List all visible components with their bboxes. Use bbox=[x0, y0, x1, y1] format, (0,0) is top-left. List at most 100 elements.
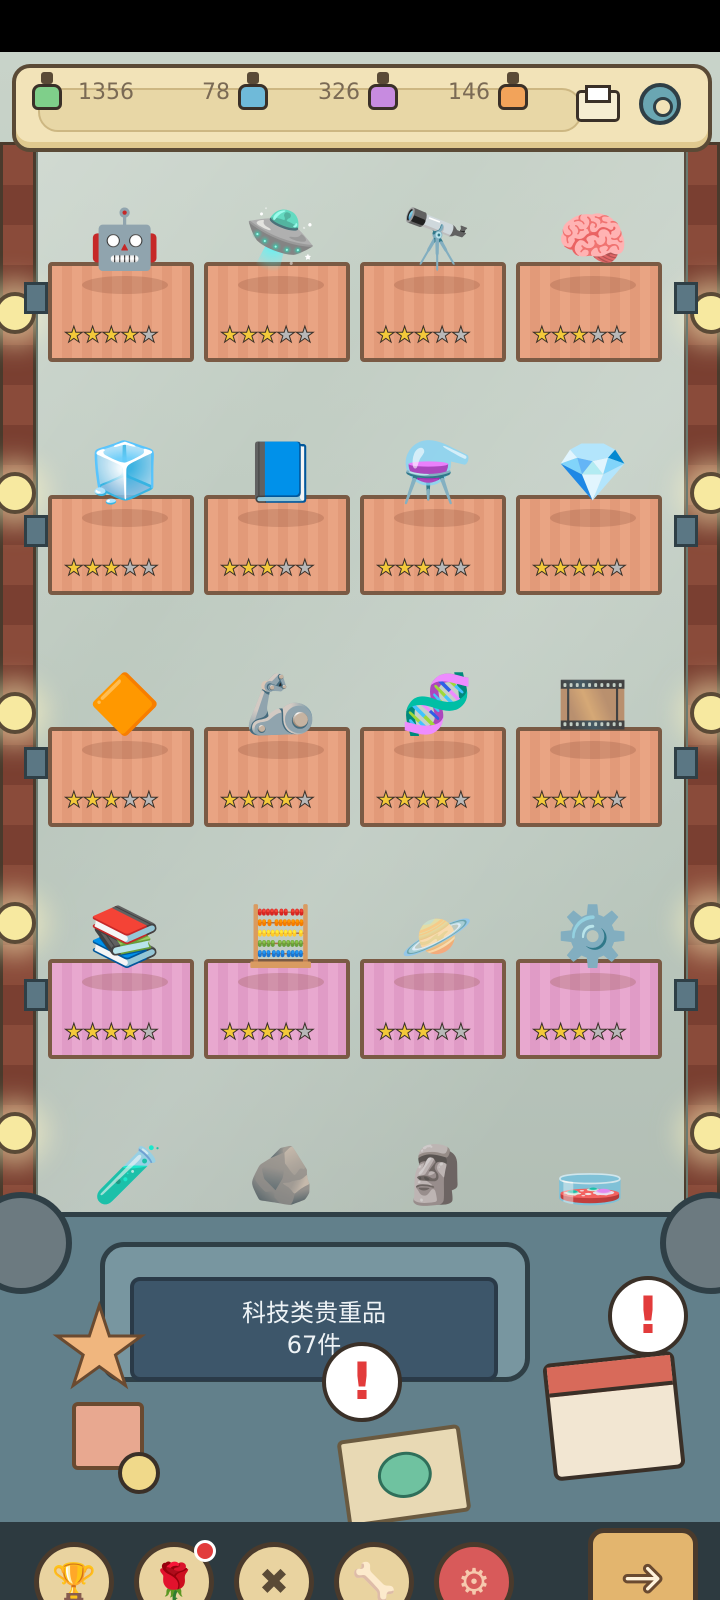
collection-scene: 科技类贵重品 67件 ★ ! ! ➜ 1356 78 326 146 🤖 ★★★★★ 🛸 ★★… bbox=[0, 52, 720, 1600]
collectible-slot[interactable]: 💎 ★★★★★ bbox=[516, 443, 662, 595]
rose-icon: 🌹 bbox=[151, 1562, 197, 1600]
star-rating: ★★★★★ bbox=[532, 556, 650, 582]
map-scroll-button[interactable] bbox=[336, 1423, 472, 1529]
partial-collectible-icon[interactable]: 🧪 bbox=[78, 1142, 178, 1222]
star-filled-icon: ★ bbox=[257, 323, 278, 349]
collectible-slot[interactable]: 🔭 ★★★★★ bbox=[360, 210, 506, 362]
collectible-slot[interactable]: 🧠 ★★★★★ bbox=[516, 210, 662, 362]
shelf-bracket bbox=[674, 515, 698, 547]
settings-button[interactable] bbox=[636, 80, 684, 128]
collectible-slot[interactable]: 📚 ★★★★★ bbox=[48, 907, 194, 1059]
star-filled-icon: ★ bbox=[238, 788, 259, 814]
arrow-right-icon: ➜ bbox=[620, 1547, 667, 1600]
star-filled-icon: ★ bbox=[569, 1020, 590, 1046]
star-filled-icon: ★ bbox=[120, 1020, 141, 1046]
flask-liquid bbox=[32, 84, 62, 110]
star-filled-icon: ★ bbox=[238, 323, 259, 349]
shelf-bracket bbox=[674, 282, 698, 314]
star-filled-icon: ★ bbox=[532, 323, 553, 349]
collectible-slot[interactable]: 🧮 ★★★★★ bbox=[204, 907, 350, 1059]
star-empty-icon: ★ bbox=[450, 556, 471, 582]
partial-collectible-icon[interactable]: 🧫 bbox=[540, 1142, 640, 1222]
green-crystal-icon: 💎 bbox=[556, 438, 630, 506]
resource-value: 78 bbox=[202, 79, 230, 105]
partial-collectible-icon[interactable]: 🪨 bbox=[232, 1142, 332, 1222]
collectible-slot[interactable]: 🎞️ ★★★★★ bbox=[516, 675, 662, 827]
calendar-alert-icon: ! bbox=[608, 1276, 688, 1356]
star-trophy-icon: ★ bbox=[49, 1283, 151, 1411]
star-empty-icon: ★ bbox=[606, 1020, 627, 1046]
rubiks-cube-icon: 🧊 bbox=[88, 438, 162, 506]
star-filled-icon: ★ bbox=[532, 788, 553, 814]
brass-engine-icon: ⚙️ bbox=[556, 902, 630, 970]
partial-collectible-icon[interactable]: 🗿 bbox=[386, 1142, 486, 1222]
collectible-slot[interactable]: 🤖 ★★★★★ bbox=[48, 210, 194, 362]
star-rating: ★★★★★ bbox=[376, 323, 494, 349]
star-filled-icon: ★ bbox=[101, 323, 122, 349]
star-empty-icon: ★ bbox=[138, 556, 159, 582]
star-filled-icon: ★ bbox=[550, 323, 571, 349]
star-filled-icon: ★ bbox=[64, 323, 85, 349]
trophy-star-button[interactable]: ★ bbox=[49, 1283, 160, 1472]
star-filled-icon: ★ bbox=[376, 556, 397, 582]
trophy-icon: 🏆 bbox=[51, 1562, 97, 1600]
star-filled-icon: ★ bbox=[413, 323, 434, 349]
resource-value: 1356 bbox=[78, 79, 134, 105]
star-rating: ★★★★★ bbox=[532, 788, 650, 814]
collectible-slot[interactable]: 🛸 ★★★★★ bbox=[204, 210, 350, 362]
star-filled-icon: ★ bbox=[376, 1020, 397, 1046]
star-empty-icon: ★ bbox=[276, 556, 297, 582]
collectible-slot[interactable]: ⚙️ ★★★★★ bbox=[516, 907, 662, 1059]
star-rating: ★★★★★ bbox=[220, 1020, 338, 1046]
star-empty-icon: ★ bbox=[450, 323, 471, 349]
star-rating: ★★★★★ bbox=[220, 556, 338, 582]
mini-robot-icon: 🦾 bbox=[244, 670, 318, 738]
orange-flask-icon bbox=[496, 72, 530, 112]
flask-neck bbox=[377, 72, 389, 84]
status-bar bbox=[0, 0, 720, 52]
gear-icon: ⚙ bbox=[457, 1561, 491, 1600]
collectible-slot[interactable]: 📘 ★★★★★ bbox=[204, 443, 350, 595]
star-filled-icon: ★ bbox=[120, 323, 141, 349]
star-empty-icon: ★ bbox=[606, 323, 627, 349]
flask-liquid bbox=[368, 84, 398, 110]
star-filled-icon: ★ bbox=[257, 788, 278, 814]
collectible-slot[interactable]: 🧬 ★★★★★ bbox=[360, 675, 506, 827]
star-empty-icon: ★ bbox=[432, 556, 453, 582]
tools-icon: ✖ bbox=[258, 1561, 290, 1600]
star-filled-icon: ★ bbox=[532, 556, 553, 582]
flask-neck bbox=[41, 72, 53, 84]
star-empty-icon: ★ bbox=[294, 788, 315, 814]
shelf-row: 🤖 ★★★★★ 🛸 ★★★★★ 🔭 ★★★★★ 🧠 ★★★★★ bbox=[24, 202, 698, 362]
collection-panel[interactable]: 科技类贵重品 67件 bbox=[130, 1277, 498, 1381]
star-empty-icon: ★ bbox=[294, 323, 315, 349]
shelf-row: 🧊 ★★★★★ 📘 ★★★★★ ⚗️ ★★★★★ 💎 ★★★★★ bbox=[24, 435, 698, 595]
star-rating: ★★★★★ bbox=[376, 788, 494, 814]
star-filled-icon: ★ bbox=[376, 323, 397, 349]
star-rating: ★★★★★ bbox=[64, 1020, 182, 1046]
space-telescope-icon: 🔭 bbox=[400, 205, 474, 273]
star-filled-icon: ★ bbox=[220, 788, 241, 814]
notification-dot bbox=[194, 1540, 216, 1562]
shelf-row: 🔶 ★★★★★ 🦾 ★★★★★ 🧬 ★★★★★ 🎞️ ★★★★★ bbox=[24, 667, 698, 827]
calendar-button[interactable] bbox=[542, 1350, 686, 1482]
collectible-slot[interactable]: 🧊 ★★★★★ bbox=[48, 443, 194, 595]
star-filled-icon: ★ bbox=[276, 788, 297, 814]
collectible-slot[interactable]: 🦾 ★★★★★ bbox=[204, 675, 350, 827]
collectible-slot[interactable]: 🔶 ★★★★★ bbox=[48, 675, 194, 827]
film-projector-icon: 🎞️ bbox=[556, 670, 630, 738]
star-empty-icon: ★ bbox=[294, 556, 315, 582]
shelf-bracket bbox=[24, 747, 48, 779]
star-rating: ★★★★★ bbox=[532, 323, 650, 349]
collectible-slot[interactable]: 🪐 ★★★★★ bbox=[360, 907, 506, 1059]
green-flask-icon bbox=[30, 72, 64, 112]
star-filled-icon: ★ bbox=[82, 556, 103, 582]
star-filled-icon: ★ bbox=[82, 1020, 103, 1046]
mail-button[interactable] bbox=[574, 82, 622, 130]
star-empty-icon: ★ bbox=[588, 1020, 609, 1046]
star-empty-icon: ★ bbox=[138, 788, 159, 814]
shelf-bracket bbox=[674, 747, 698, 779]
collectible-slot[interactable]: ⚗️ ★★★★★ bbox=[360, 443, 506, 595]
star-filled-icon: ★ bbox=[413, 788, 434, 814]
next-arrow-button[interactable]: ➜ bbox=[588, 1528, 698, 1600]
